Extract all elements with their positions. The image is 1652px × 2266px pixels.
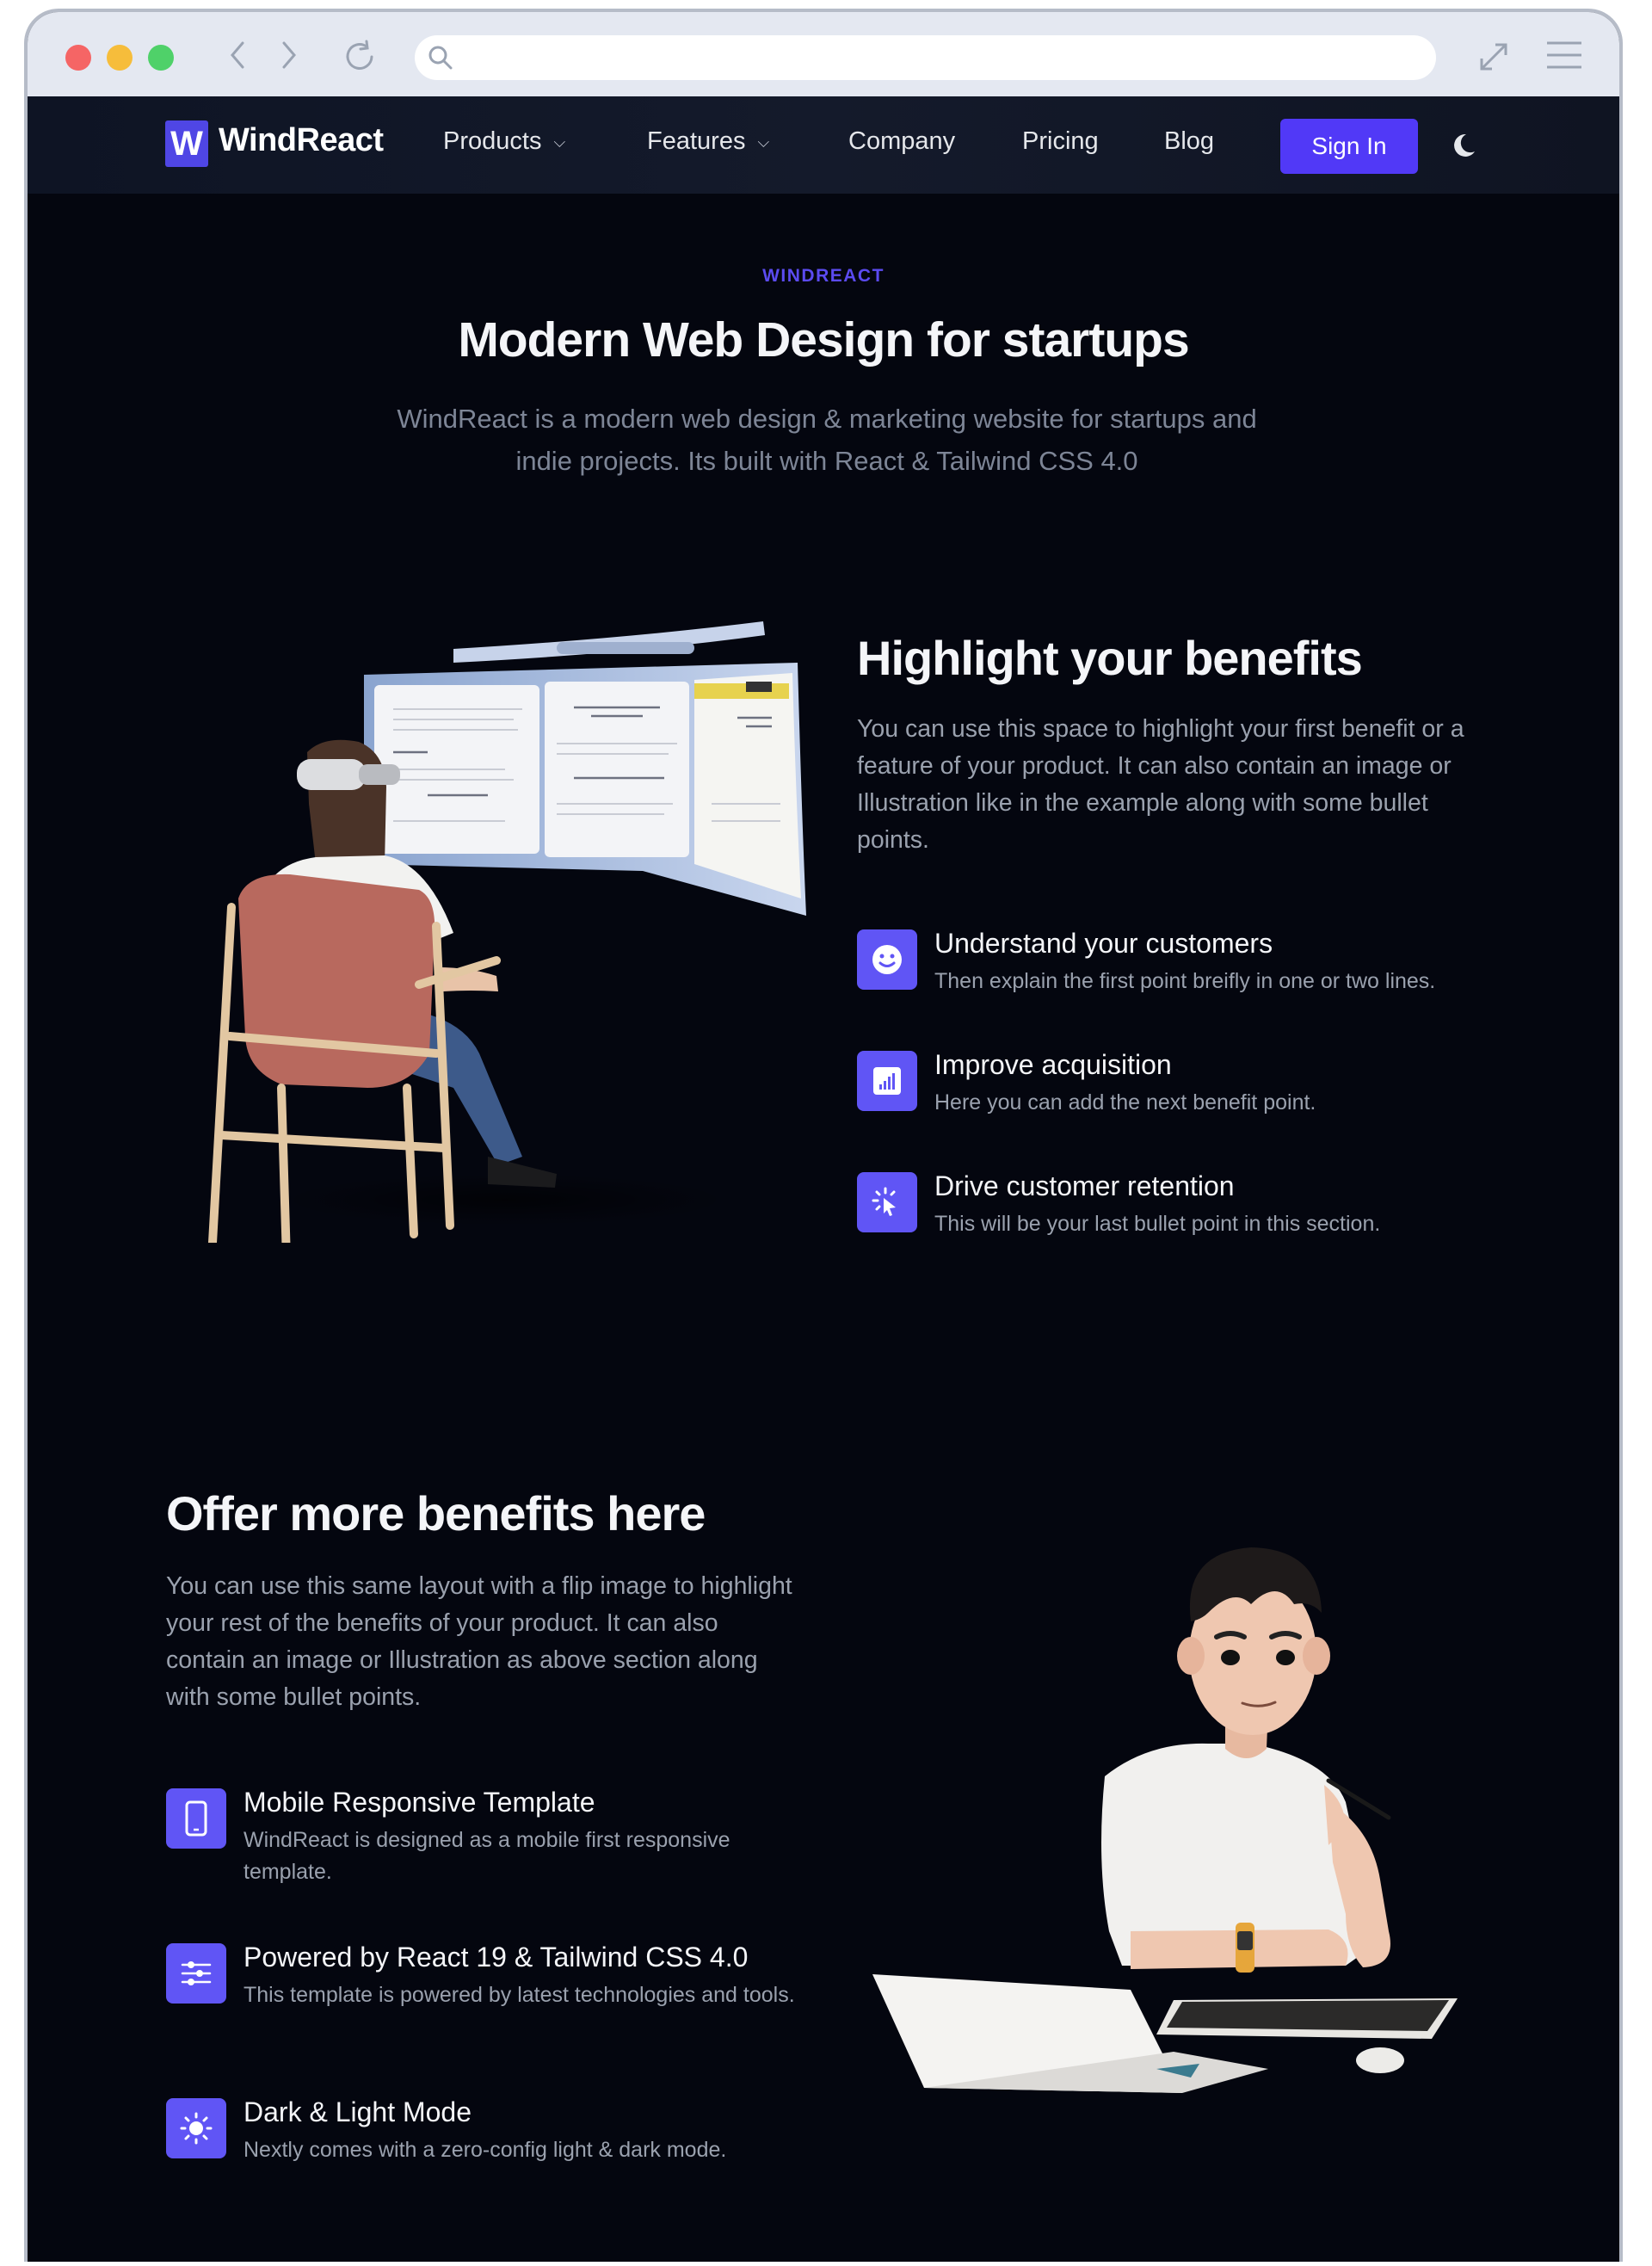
- nav-company-label: Company: [848, 127, 956, 155]
- benefit-desc: WindReact is designed as a mobile first …: [243, 1828, 730, 1884]
- moon-icon[interactable]: [1452, 133, 1476, 163]
- nav-pricing[interactable]: Pricing: [1022, 127, 1099, 156]
- benefit-desc: Then explain the first point breifly in …: [934, 969, 1436, 993]
- vr-panel-right: [694, 673, 801, 898]
- browser-chrome: [28, 12, 1619, 96]
- cursor-click-icon: [857, 1172, 917, 1232]
- nav-blog[interactable]: Blog: [1164, 127, 1214, 156]
- smiley-icon: [857, 929, 917, 990]
- nav-features[interactable]: Features ⌵: [647, 127, 769, 156]
- sign-in-button[interactable]: Sign In: [1280, 119, 1418, 174]
- search-icon: [427, 44, 454, 76]
- back-icon[interactable]: [227, 38, 248, 77]
- site-navbar: W WindReact Products ⌵ Features ⌵ Compan…: [28, 96, 1619, 194]
- close-window-button[interactable]: [65, 45, 91, 71]
- chevron-down-icon: ⌵: [757, 133, 770, 151]
- woman-in-vr-headset-illustration: [195, 606, 815, 1264]
- nav-products-label: Products: [443, 127, 542, 155]
- maximize-window-button[interactable]: [148, 45, 174, 71]
- logo-mark[interactable]: W: [165, 120, 208, 167]
- section1-title: Highlight your benefits: [857, 631, 1363, 685]
- chair: [238, 874, 435, 1088]
- section1-paragraph: You can use this space to highlight your…: [857, 715, 1464, 854]
- sliders-icon: [166, 1943, 226, 2004]
- benefit-title: Mobile Responsive Template: [243, 1787, 595, 1818]
- address-bar[interactable]: [415, 35, 1436, 80]
- reload-icon[interactable]: [341, 38, 379, 80]
- address-input[interactable]: [463, 42, 1409, 73]
- benefit-item: Dark & Light Mode Nextly comes with a ze…: [166, 2095, 820, 2166]
- sun-icon: [166, 2098, 226, 2158]
- mobile-icon: [166, 1788, 226, 1849]
- hero-eyebrow: WINDREACT: [762, 266, 885, 286]
- hero-title: Modern Web Design for startups: [458, 312, 1189, 367]
- mouse: [1356, 2047, 1404, 2073]
- benefit-item: Mobile Responsive Template WindReact is …: [166, 1785, 820, 1888]
- benefit-title: Improve acquisition: [934, 1049, 1172, 1080]
- chart-icon: [857, 1051, 917, 1111]
- minimize-window-button[interactable]: [107, 45, 133, 71]
- chevron-down-icon: ⌵: [553, 133, 566, 151]
- benefit-desc: This template is powered by latest techn…: [243, 1983, 795, 2007]
- section2-paragraph: You can use this same layout with a flip…: [166, 1572, 792, 1711]
- drawing-tablet: [1167, 2000, 1449, 2031]
- benefit-title: Powered by React 19 & Tailwind CSS 4.0: [243, 1942, 749, 1973]
- benefit-desc: Nextly comes with a zero-config light & …: [243, 2138, 727, 2162]
- benefit-title: Understand your customers: [934, 928, 1273, 959]
- nav-blog-label: Blog: [1164, 127, 1215, 155]
- benefit-item: Drive customer retention This will be yo…: [857, 1169, 1380, 1240]
- nav-features-label: Features: [647, 127, 746, 155]
- hero-subtitle: WindReact is a modern web design & marke…: [397, 404, 1257, 476]
- benefit-item: Understand your customers Then explain t…: [857, 926, 1435, 997]
- benefit-desc: Here you can add the next benefit point.: [934, 1090, 1316, 1114]
- expand-icon[interactable]: [1475, 38, 1513, 80]
- browser-window: W WindReact Products ⌵ Features ⌵ Compan…: [24, 9, 1623, 2262]
- benefit-desc: This will be your last bullet point in t…: [934, 1212, 1381, 1236]
- benefit-title: Dark & Light Mode: [243, 2096, 472, 2127]
- nav-pricing-label: Pricing: [1022, 127, 1099, 155]
- menu-icon[interactable]: [1544, 38, 1585, 77]
- forward-icon[interactable]: [279, 38, 299, 77]
- benefit-item: Powered by React 19 & Tailwind CSS 4.0 T…: [166, 1940, 820, 2011]
- vr-headset: [297, 759, 366, 790]
- benefit-title: Drive customer retention: [934, 1170, 1235, 1201]
- vr-address-pill: [557, 642, 694, 654]
- benefit-item: Improve acquisition Here you can add the…: [857, 1047, 1316, 1119]
- man-at-laptop-illustration: [864, 1518, 1501, 2112]
- nav-products[interactable]: Products ⌵: [443, 127, 565, 156]
- nav-company[interactable]: Company: [848, 127, 955, 156]
- section2-title: Offer more benefits here: [166, 1486, 706, 1541]
- logo-text[interactable]: WindReact: [219, 122, 384, 159]
